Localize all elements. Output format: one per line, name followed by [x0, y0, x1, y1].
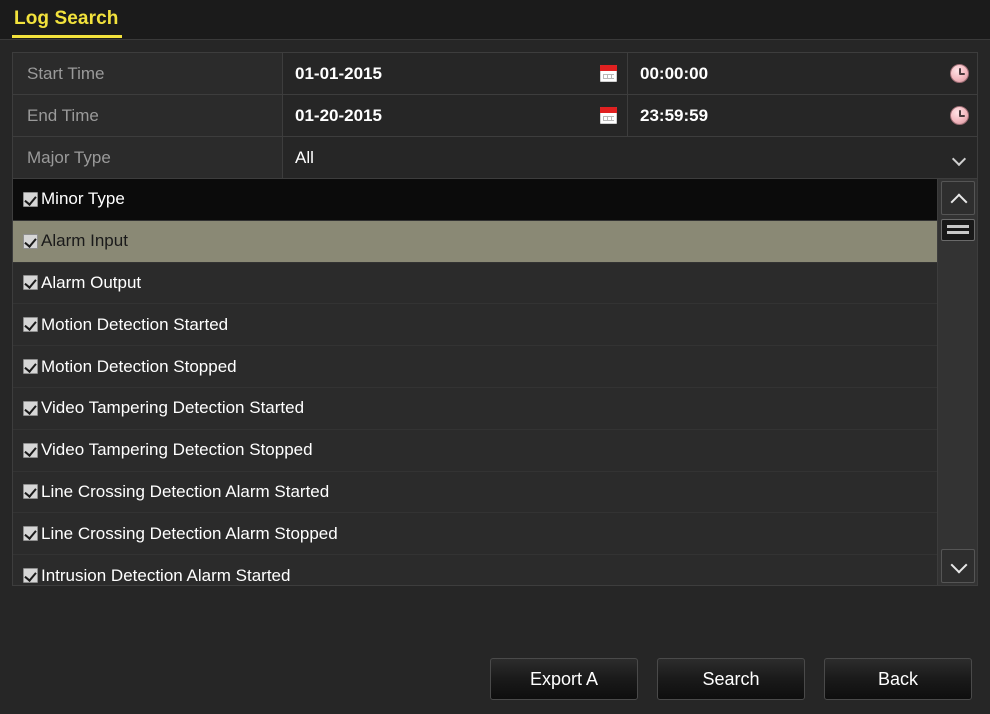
end-time-row: End Time 01-20-2015 23:59:59	[13, 95, 977, 137]
list-item[interactable]: Line Crossing Detection Alarm Stopped	[13, 513, 937, 556]
list-item-label: Line Crossing Detection Alarm Stopped	[41, 523, 338, 543]
start-time-field[interactable]: 00:00:00	[628, 53, 977, 94]
start-date-value: 01-01-2015	[295, 63, 382, 83]
list-item-label: Alarm Input	[41, 231, 128, 251]
end-time-label: End Time	[13, 95, 283, 136]
footer-actions: Export A Search Back	[0, 658, 990, 700]
list-scrollbar[interactable]	[937, 179, 977, 585]
list-item[interactable]: Motion Detection Stopped	[13, 346, 937, 388]
end-time-field[interactable]: 23:59:59	[628, 95, 977, 136]
minor-type-list-container: Minor Type Alarm Input Alarm Output Moti…	[12, 178, 978, 586]
clock-icon[interactable]	[950, 106, 969, 125]
list-item[interactable]: Video Tampering Detection Stopped	[13, 429, 937, 472]
scrollbar-thumb[interactable]	[941, 219, 975, 241]
end-date-value: 01-20-2015	[295, 105, 382, 125]
start-time-value: 00:00:00	[640, 63, 709, 83]
checkbox-icon[interactable]	[23, 526, 38, 542]
checkbox-icon[interactable]	[23, 568, 38, 584]
minor-type-list: Minor Type Alarm Input Alarm Output Moti…	[13, 179, 937, 585]
calendar-icon[interactable]	[600, 65, 617, 82]
chevron-down-icon[interactable]	[941, 549, 975, 583]
checkbox-icon[interactable]	[23, 400, 38, 416]
checkbox-icon[interactable]	[23, 317, 38, 333]
checkbox-icon[interactable]	[23, 359, 38, 375]
clock-icon[interactable]	[950, 64, 969, 83]
list-item-label: Motion Detection Started	[41, 314, 229, 334]
chevron-down-icon[interactable]	[953, 152, 965, 164]
end-time-value: 23:59:59	[640, 105, 709, 125]
checkbox-icon[interactable]	[23, 442, 38, 458]
export-all-button[interactable]: Export A	[490, 658, 638, 700]
checkbox-icon[interactable]	[23, 233, 38, 249]
major-type-select[interactable]: All	[283, 137, 977, 179]
list-item[interactable]: Line Crossing Detection Alarm Started	[13, 471, 937, 514]
search-criteria-form: Start Time 01-01-2015 00:00:00 End Time …	[12, 52, 978, 180]
major-type-row: Major Type All	[13, 137, 977, 179]
list-item[interactable]: Intrusion Detection Alarm Started	[13, 555, 937, 585]
calendar-icon[interactable]	[600, 107, 617, 124]
checkbox-icon[interactable]	[23, 191, 38, 207]
list-item-label: Video Tampering Detection Stopped	[41, 440, 313, 460]
back-button[interactable]: Back	[824, 658, 972, 700]
titlebar: Log Search	[0, 0, 990, 40]
checkbox-icon[interactable]	[23, 275, 38, 291]
list-item-label: Video Tampering Detection Started	[41, 398, 305, 418]
list-item-label: Intrusion Detection Alarm Started	[41, 565, 291, 585]
list-item-label: Line Crossing Detection Alarm Started	[41, 481, 330, 501]
start-date-field[interactable]: 01-01-2015	[283, 53, 628, 94]
search-button[interactable]: Search	[657, 658, 805, 700]
start-time-row: Start Time 01-01-2015 00:00:00	[13, 53, 977, 95]
major-type-value: All	[295, 148, 314, 167]
log-search-window: Log Search Start Time 01-01-2015 00:00:0…	[0, 0, 990, 714]
list-item-label: Alarm Output	[41, 272, 142, 292]
start-time-label: Start Time	[13, 53, 283, 94]
list-item[interactable]: Alarm Input	[13, 220, 937, 263]
tab-log-search[interactable]: Log Search	[12, 6, 123, 38]
end-date-field[interactable]: 01-20-2015	[283, 95, 628, 136]
minor-type-header-label: Minor Type	[41, 189, 125, 209]
checkbox-icon[interactable]	[23, 484, 38, 500]
list-item-label: Motion Detection Stopped	[41, 356, 237, 376]
list-item[interactable]: Video Tampering Detection Started	[13, 387, 937, 430]
list-item[interactable]: Motion Detection Started	[13, 304, 937, 347]
major-type-label: Major Type	[13, 137, 283, 179]
chevron-up-icon[interactable]	[941, 181, 975, 215]
list-item[interactable]: Alarm Output	[13, 262, 937, 305]
minor-type-header-row[interactable]: Minor Type	[13, 179, 937, 221]
